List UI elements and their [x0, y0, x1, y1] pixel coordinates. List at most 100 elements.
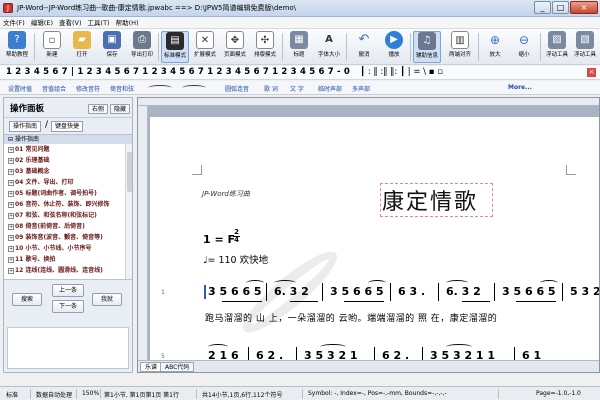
tree-item[interactable]: +11 歌号、换拍 — [8, 256, 55, 264]
assist-info-icon: ♫ — [418, 32, 436, 50]
edit-note-link[interactable]: 修改音符 — [76, 84, 100, 93]
time-signature[interactable]: 2 4 — [233, 229, 240, 244]
document-area: JP-Word练习曲 康定情歌 1 = F 2 4 ♩= 110 欢快地 1 3… — [137, 97, 600, 373]
lyrics-link[interactable]: 歌 词 — [264, 84, 278, 93]
tree-item[interactable]: +12 连线(连线、圆滑线、连音线) — [8, 267, 103, 275]
tab-score[interactable]: 乐谱 — [140, 362, 163, 372]
tree-item[interactable]: +06 音符、休止符、装饰、即兴修饰 — [8, 201, 109, 209]
text-link[interactable]: 文 字 — [290, 84, 304, 93]
title-button[interactable]: ▦ 标题 — [285, 31, 313, 63]
tab-guide[interactable]: 操作指南 — [9, 121, 42, 132]
next-item-button[interactable]: 下一条 — [52, 300, 84, 313]
tree-item[interactable]: +10 小节、小节线、小节序号 — [8, 245, 91, 253]
tab-abc-code[interactable]: ABC代码 — [160, 362, 195, 372]
app-logo-icon: J — [3, 3, 13, 13]
float-tools-2-button[interactable]: ▧ 浮动工具 — [571, 31, 599, 63]
temp-voice-link[interactable]: 临时声部 — [318, 84, 342, 93]
measure[interactable]: 5 3 2 — [570, 285, 599, 298]
measure[interactable]: 3 5 6 6 5 — [208, 285, 262, 298]
extended-mode-button[interactable]: ✕ 扩展模式 — [191, 31, 219, 63]
close-icon[interactable]: × — [587, 68, 596, 77]
barline — [390, 283, 391, 301]
slur-link[interactable]: 圆弧连音 — [225, 84, 249, 93]
note-input-bar: 1 2 3 4 5 6 7 | 1 2 3 4 5 6 7 1 2 3 4 5 … — [0, 66, 600, 80]
float-tools-button[interactable]: ▨ 浮动工具 — [543, 31, 571, 63]
set-duration-link[interactable]: 设置时值 — [8, 84, 32, 93]
toolbar-separator — [34, 33, 35, 61]
more-link[interactable]: More... — [508, 84, 532, 91]
tree-item[interactable]: +08 倚音(前倚音、后倚音) — [8, 223, 85, 231]
barline-buttons[interactable]: ┃ : ‖ :‖ ‖: ┃ | = \ ▪ ▫ — [360, 67, 443, 77]
prev-item-button[interactable]: 上一条 — [52, 284, 84, 297]
slur — [368, 280, 386, 286]
song-title[interactable]: 康定情歌 — [382, 184, 478, 216]
open-button[interactable]: ▰ 打开 — [68, 31, 96, 63]
standard-mode-icon: ▤ — [166, 32, 184, 50]
menu-view[interactable]: 查看(V) — [56, 17, 85, 28]
help-tutorial-button[interactable]: ? 帮助教程 — [3, 31, 31, 63]
line-number: 1 — [161, 289, 165, 296]
title-icon: ▦ — [290, 31, 308, 49]
menu-help[interactable]: 帮助(H) — [113, 17, 142, 28]
tree-item[interactable]: +03 基础概念 — [8, 168, 49, 176]
slur — [246, 280, 264, 286]
tree-item[interactable]: +02 乐理基础 — [8, 157, 49, 165]
tree-item[interactable]: +07 和弦、和弦名称(和弦标记) — [8, 212, 97, 220]
page-mode-button[interactable]: ✥ 页面模式 — [221, 31, 249, 63]
tree-scrollbar[interactable] — [125, 144, 132, 279]
export-print-button[interactable]: ⎙ 导出打印 — [128, 31, 156, 63]
scrollbar-thumb[interactable] — [127, 152, 132, 192]
float-tools-icon: ▨ — [548, 31, 566, 49]
justify-button[interactable]: ▥ 两端对齐 — [446, 31, 474, 63]
note-group-link[interactable]: 音值组合 — [42, 84, 66, 93]
key-signature[interactable]: 1 = F — [203, 233, 235, 246]
maximize-button[interactable]: □ — [552, 1, 569, 14]
assist-info-button[interactable]: ♫ 辅助信息 — [413, 31, 441, 63]
menu-tools[interactable]: 工具(T) — [85, 17, 113, 28]
zoom-out-icon: ⊖ — [518, 33, 530, 47]
font-size-button[interactable]: A 字体大小 — [315, 31, 343, 63]
status-separator — [302, 389, 303, 399]
tree-item[interactable]: +05 标题(词曲作者、调号拍号) — [8, 190, 97, 198]
tempo-marking[interactable]: ♩= 110 欢快地 — [203, 252, 268, 266]
close-button[interactable]: × — [570, 1, 598, 14]
minimize-button[interactable]: _ — [534, 1, 551, 14]
panel-hide-button[interactable]: 隐藏 — [110, 104, 131, 114]
search-button[interactable]: 搜索 — [12, 293, 42, 306]
lyrics-line[interactable]: 跑马溜溜的 山 上，一朵溜溜的 云哟。端端溜溜的 照 在，康定溜溜的 — [205, 311, 497, 324]
menu-edit[interactable]: 编辑(E) — [28, 17, 56, 28]
score-page[interactable]: JP-Word练习曲 康定情歌 1 = F 2 4 ♩= 110 欢快地 1 3… — [150, 117, 599, 361]
tree-item[interactable]: +01 常见问题 — [8, 146, 49, 154]
undo-button[interactable]: ↶ 撤消 — [350, 31, 378, 63]
menu-file[interactable]: 文件(F) — [0, 17, 28, 28]
tree-item[interactable]: +09 装饰音(波音、颤音、倚音等) — [8, 234, 103, 242]
arc-icon[interactable] — [148, 85, 172, 91]
main-toolbar: ? 帮助教程 ▫ 新建 ▰ 打开 ▣ 保存 ⎙ 导出打印 ▤ 标准模式 ✕ 扩展… — [0, 29, 600, 65]
note-digit-buttons[interactable]: 1 2 3 4 5 6 7 | 1 2 3 4 5 6 7 1 2 3 4 5 … — [6, 67, 350, 77]
go-button[interactable]: 我就 — [92, 293, 122, 306]
tab-shortcuts[interactable]: 键盘快捷 — [51, 121, 84, 132]
open-folder-icon: ▰ — [73, 31, 91, 49]
measure[interactable]: 3 5 6 6 5 — [330, 285, 384, 298]
multi-voice-link[interactable]: 多声部 — [352, 84, 370, 93]
grace-chord-link[interactable]: 倚音和弦 — [110, 84, 134, 93]
toolbar-separator — [282, 33, 283, 61]
layout-mode-button[interactable]: ✣ 排版模式 — [251, 31, 279, 63]
panel-right-button[interactable]: 右侧 — [88, 104, 109, 114]
save-button[interactable]: ▣ 保存 — [98, 31, 126, 63]
new-button[interactable]: ▫ 新建 — [38, 31, 66, 63]
measure[interactable]: 6. 3 2 — [274, 285, 309, 298]
measure[interactable]: 3 5 6 6 5 — [502, 285, 556, 298]
standard-mode-button[interactable]: ▤ 标准模式 — [161, 31, 189, 63]
play-button[interactable]: ▶ 播放 — [380, 31, 408, 63]
status-separator — [196, 389, 197, 399]
document-tabbar: 乐谱 ABC代码 — [138, 360, 599, 372]
zoom-out-button[interactable]: ⊖ 缩小 — [510, 31, 538, 63]
status-page: Page=-1.0,-1.0 — [536, 390, 581, 397]
measure[interactable]: 6. 3 2 — [446, 285, 481, 298]
measure[interactable]: 6 3 . — [398, 285, 425, 298]
status-mode: 标准 — [6, 392, 19, 399]
arc-icon[interactable] — [182, 85, 206, 91]
zoom-in-button[interactable]: ⊕ 放大 — [481, 31, 509, 63]
tree-item[interactable]: +04 文件、导出、打印 — [8, 179, 73, 187]
